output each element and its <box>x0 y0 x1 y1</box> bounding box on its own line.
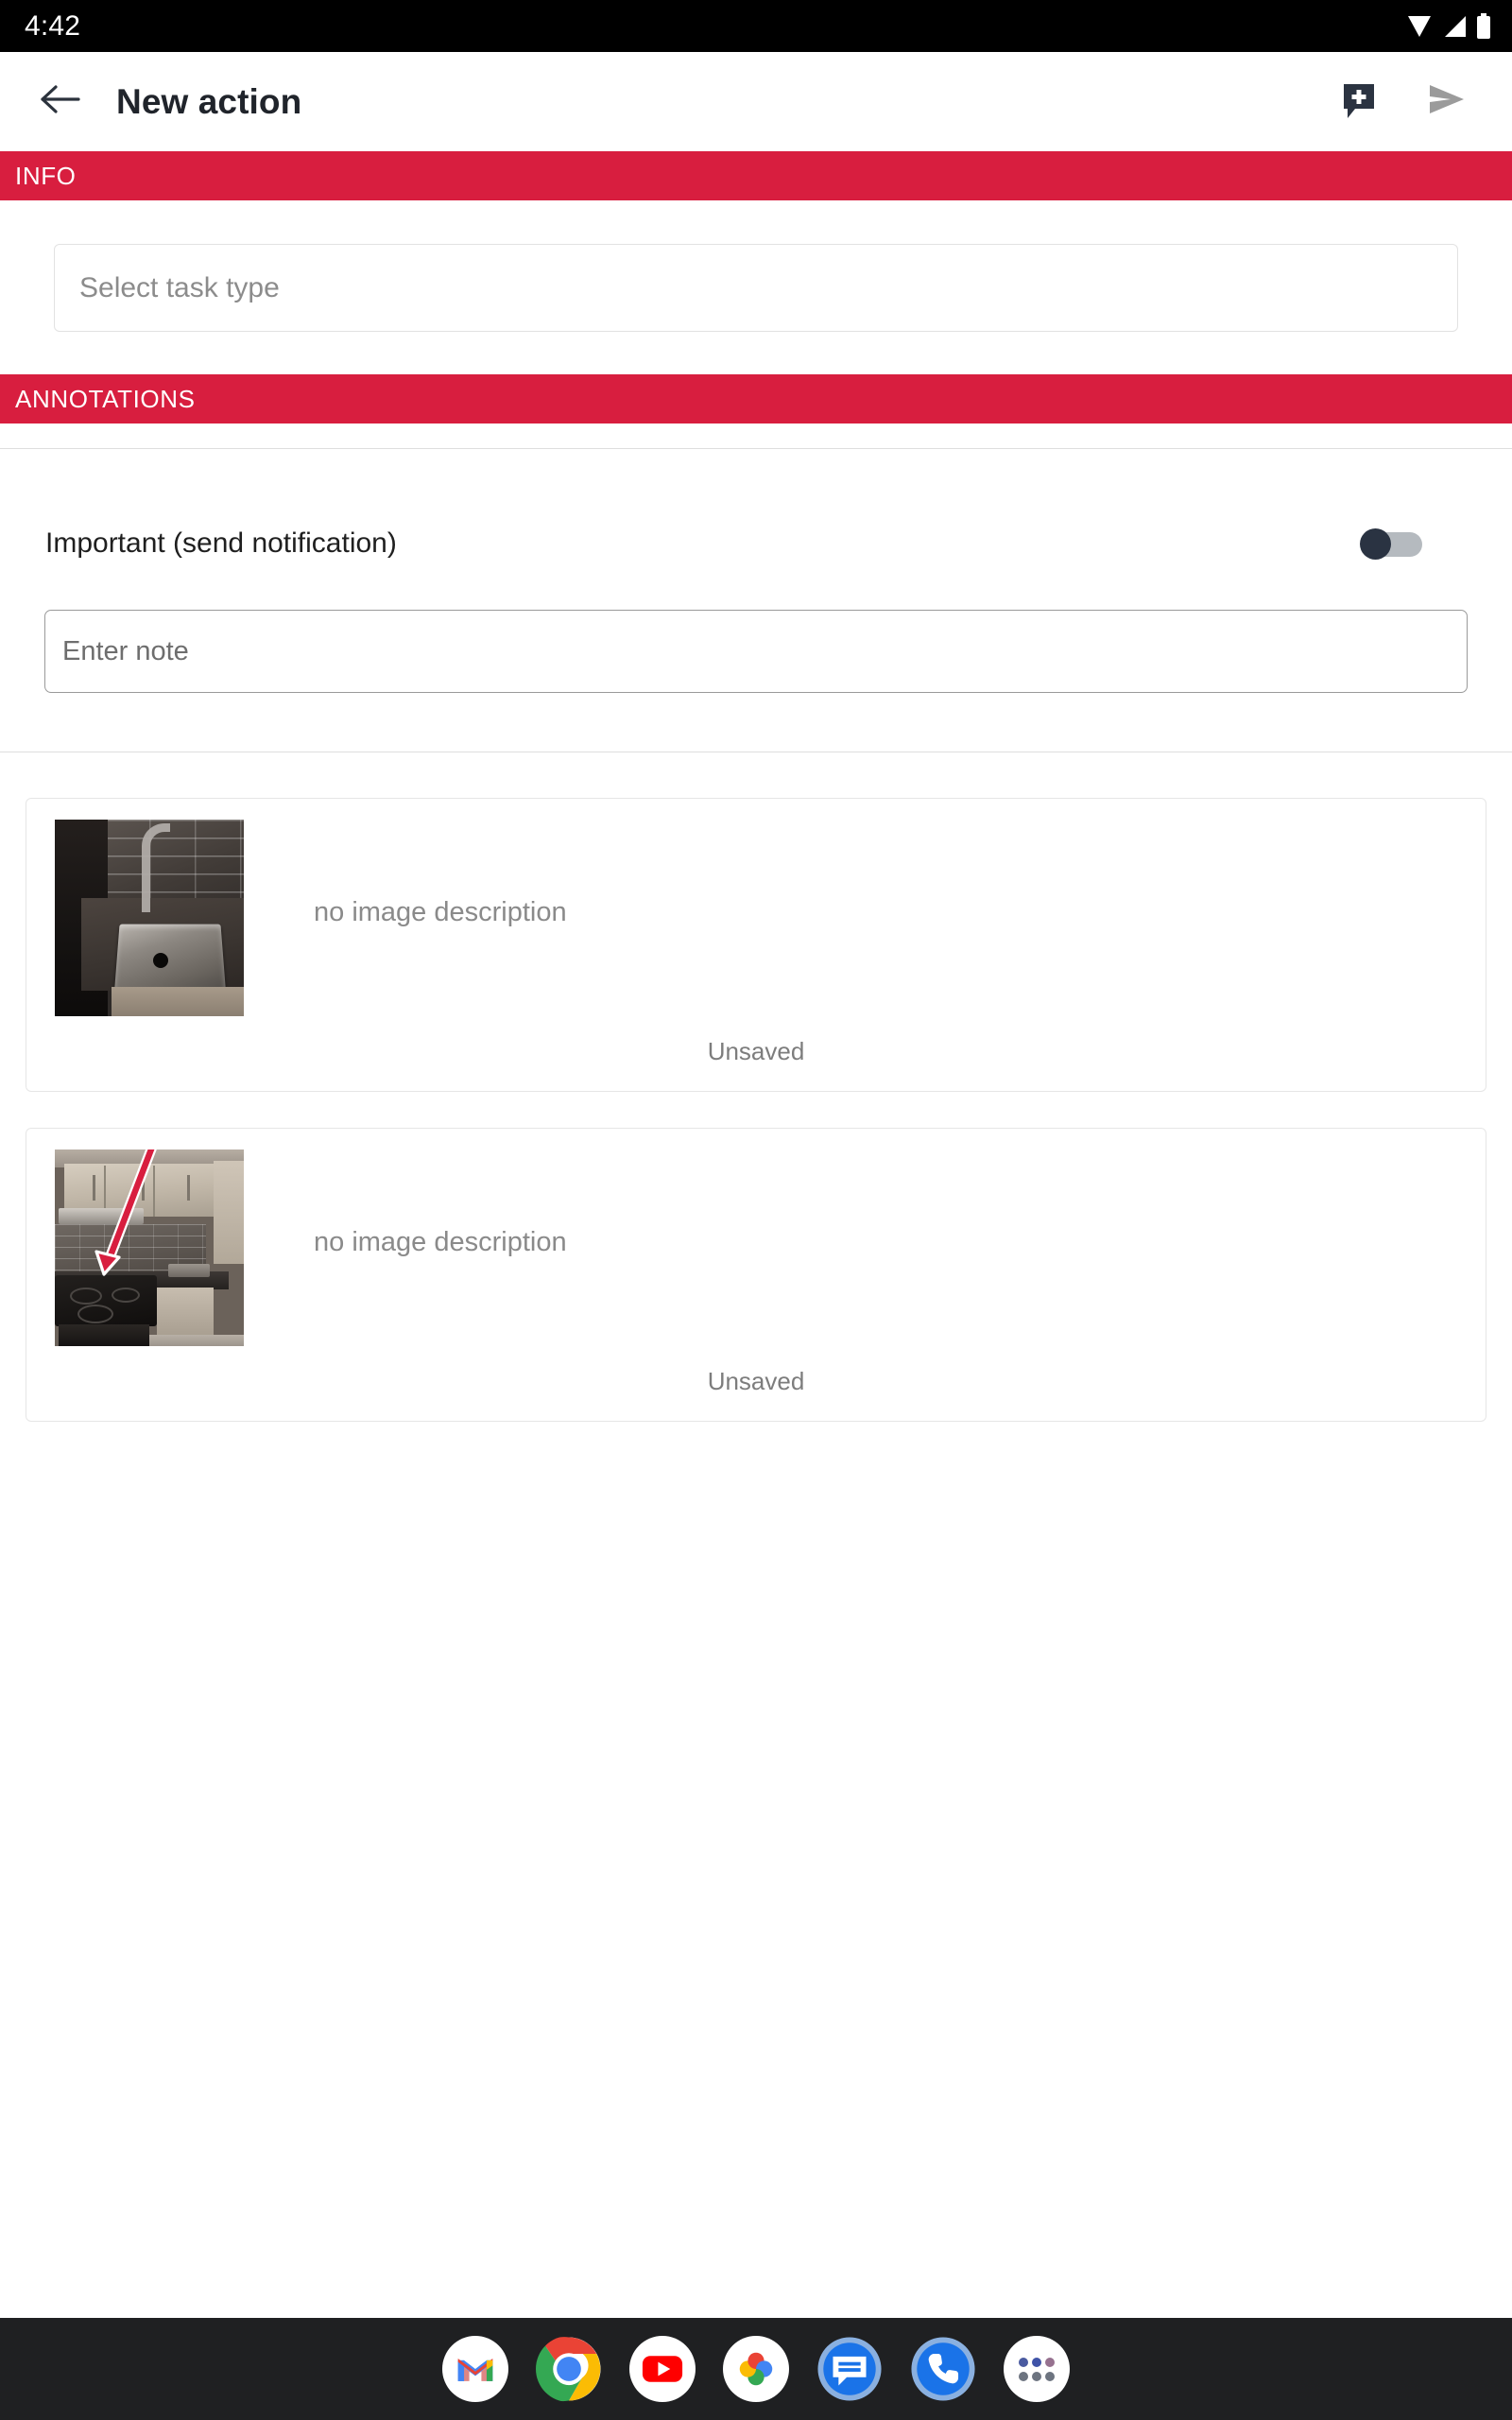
important-notification-row[interactable]: Important (send notification) <box>0 477 1512 610</box>
important-notification-label: Important (send notification) <box>45 527 397 559</box>
note-placeholder: Enter note <box>62 635 189 666</box>
faucet <box>142 823 170 912</box>
floor-area <box>112 986 244 1016</box>
battery-icon <box>1476 12 1491 40</box>
sink-photo-scene <box>55 820 244 1016</box>
messages-icon[interactable] <box>816 2336 883 2402</box>
add-comment-button[interactable] <box>1325 68 1393 136</box>
back-arrow-icon <box>39 80 82 123</box>
phone-screen: 4:42 New action INFO Select task type AN… <box>0 0 1512 2420</box>
important-notification-toggle[interactable] <box>1360 528 1422 560</box>
attachment-list: no image description Unsaved no image de… <box>0 752 1512 2318</box>
app-drawer-icon[interactable] <box>1004 2336 1070 2402</box>
wifi-icon <box>1406 14 1433 39</box>
attachment-top-row: no image description <box>26 820 1486 1016</box>
add-comment-icon <box>1338 78 1380 125</box>
note-input[interactable]: Enter note <box>44 610 1468 693</box>
red-arrow-annotation <box>94 1150 157 1276</box>
task-type-placeholder: Select task type <box>79 271 280 303</box>
attachment-top-row: no image description <box>26 1150 1486 1346</box>
status-bar-icons <box>1406 12 1491 40</box>
google-photos-icon[interactable] <box>723 2336 789 2402</box>
status-bar-clock: 4:42 <box>25 9 81 42</box>
annotations-top-divider <box>0 448 1512 449</box>
send-button[interactable] <box>1412 68 1480 136</box>
chrome-icon[interactable] <box>536 2336 602 2402</box>
section-header-annotations: ANNOTATIONS <box>0 374 1512 424</box>
note-field-wrapper: Enter note <box>0 610 1512 693</box>
back-button[interactable] <box>30 72 91 132</box>
attachment-card[interactable]: no image description Unsaved <box>26 798 1486 1092</box>
gmail-icon[interactable] <box>442 2336 508 2402</box>
android-dock <box>0 2318 1512 2420</box>
attachment-status: Unsaved <box>707 1037 805 1065</box>
sink-basin <box>114 924 226 990</box>
attachment-card[interactable]: no image description Unsaved <box>26 1128 1486 1422</box>
info-section-body: Select task type <box>0 200 1512 374</box>
attachment-description: no image description <box>314 1227 567 1257</box>
kitchen-photo-scene <box>55 1150 244 1346</box>
section-header-info-label: INFO <box>15 162 77 190</box>
section-header-info: INFO <box>0 151 1512 200</box>
kitchen-stove-photo-thumbnail[interactable] <box>55 1150 244 1346</box>
page-title: New action <box>116 81 302 121</box>
youtube-icon[interactable] <box>629 2336 696 2402</box>
attachment-status: Unsaved <box>707 1367 805 1395</box>
send-icon <box>1424 79 1468 124</box>
signal-icon <box>1441 14 1468 39</box>
app-bar: New action <box>0 52 1512 151</box>
kitchen-sink-photo-thumbnail[interactable] <box>55 820 244 1016</box>
attachment-description: no image description <box>314 897 567 927</box>
toggle-thumb <box>1360 528 1391 560</box>
task-type-select[interactable]: Select task type <box>54 244 1458 332</box>
phone-icon[interactable] <box>910 2336 976 2402</box>
section-header-annotations-label: ANNOTATIONS <box>15 385 196 413</box>
tile-wall <box>104 820 244 905</box>
status-bar: 4:42 <box>0 0 1512 52</box>
